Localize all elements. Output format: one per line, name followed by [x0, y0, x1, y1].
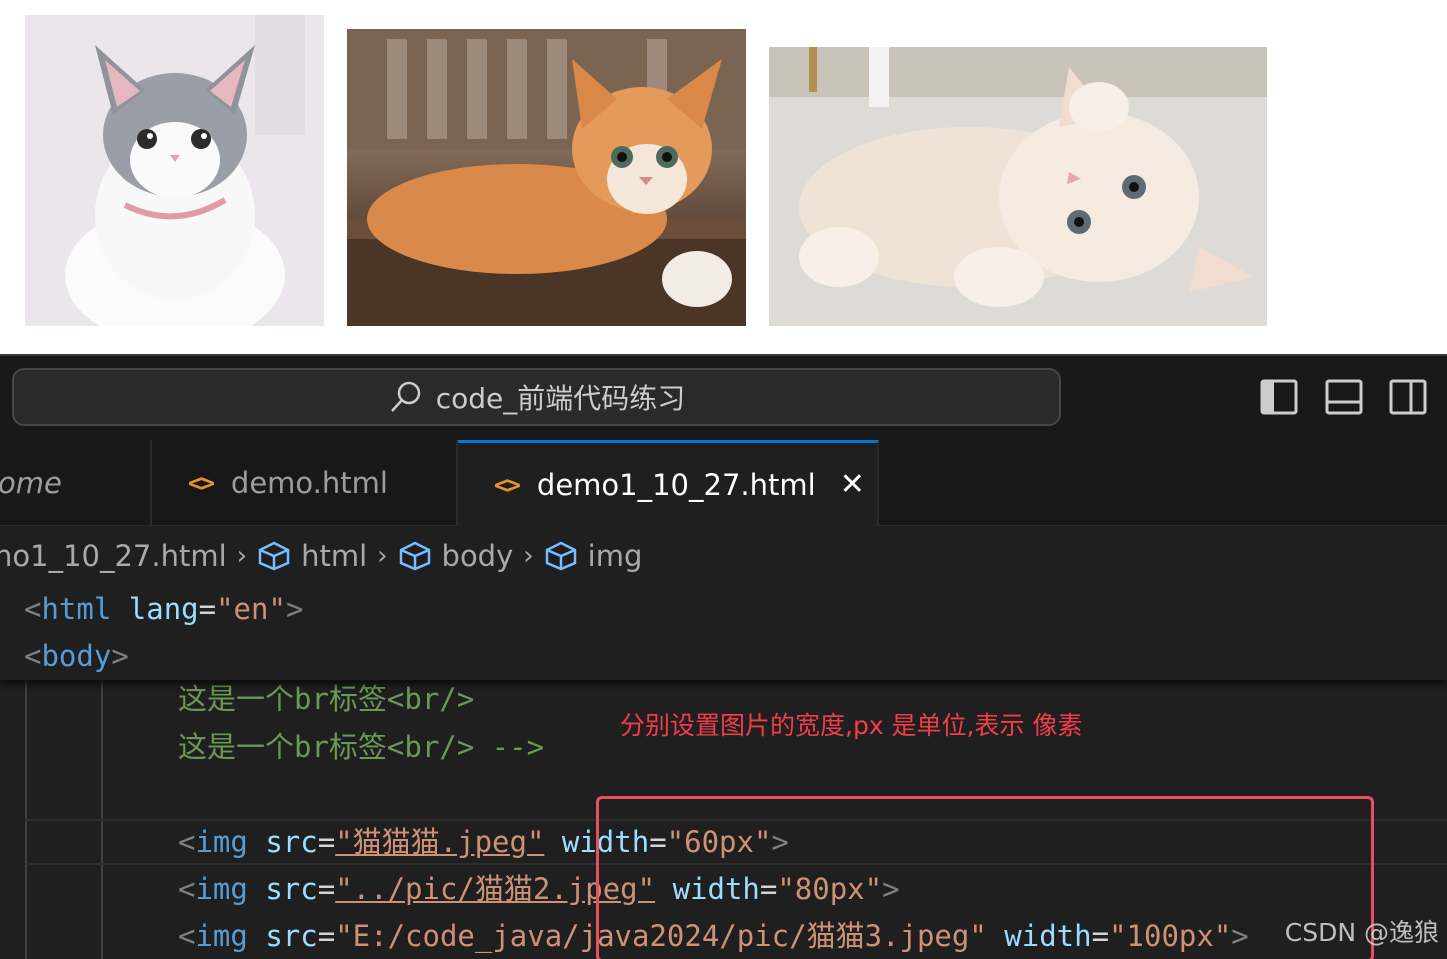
annotation-note: 分别设置图片的宽度,px 是单位,表示 像素 [620, 711, 1083, 740]
sticky-line-html[interactable]: <html lang="en"> [24, 586, 303, 633]
tab-demo1-10-27-html[interactable]: <> demo1_10_27.html ✕ [458, 440, 879, 526]
attr-name: src [265, 919, 318, 953]
symbol-element-icon [258, 541, 290, 571]
symbol-element-icon [545, 541, 576, 571]
kitten-image-3 [769, 47, 1267, 326]
tag-name: img [195, 872, 248, 906]
tab-demo-html[interactable]: <> demo.html [152, 440, 458, 526]
html-file-icon: <> [188, 469, 215, 497]
toggle-primary-sidebar-icon[interactable] [1260, 378, 1298, 416]
code-editor-window: code_前端代码练习 ome <> demo.html <> demo1_10… [0, 354, 1447, 959]
tab-label: ome [0, 466, 62, 500]
breadcrumb-file[interactable]: no1_10_27.html [0, 539, 227, 573]
attr-name: src [265, 872, 318, 906]
search-icon [390, 381, 420, 412]
kitten-photo-icon [25, 15, 324, 326]
breadcrumb-file-label: no1_10_27.html [0, 539, 227, 573]
indent-guide [101, 865, 103, 959]
sticky-scroll: <html lang="en"> <body> [0, 586, 1447, 680]
attr-value: "en" [216, 592, 286, 626]
breadcrumb-item-html[interactable]: html [257, 539, 367, 573]
toggle-secondary-sidebar-icon[interactable] [1389, 378, 1427, 416]
editor-tab-bar: ome <> demo.html <> demo1_10_27.html ✕ [0, 440, 1447, 526]
chevron-right-icon: › [377, 541, 388, 571]
tab-label: demo1_10_27.html [536, 467, 816, 502]
breadcrumb-label: img [587, 539, 643, 573]
watermark: CSDN @逸狼 [1284, 918, 1439, 947]
kitten-image-1 [25, 15, 324, 326]
sticky-line-body[interactable]: <body> [24, 633, 129, 680]
kitten-photo-icon [769, 47, 1267, 326]
chevron-right-icon: › [523, 541, 534, 571]
breadcrumb-item-body[interactable]: body [398, 539, 514, 573]
tab-label: demo.html [230, 466, 388, 500]
html-file-icon: <> [494, 470, 521, 499]
tag-name: html [41, 592, 112, 626]
tab-welcome[interactable]: ome [0, 440, 152, 526]
tag-name: img [195, 919, 248, 953]
close-icon[interactable]: ✕ [840, 467, 865, 502]
attr-name: src [265, 825, 318, 859]
title-bar: code_前端代码练习 [0, 354, 1447, 440]
breadcrumb-label: html [301, 539, 368, 573]
attr-name: lang [128, 592, 199, 626]
kitten-photo-icon [347, 29, 746, 326]
workspace-name: code_前端代码练习 [435, 382, 686, 415]
breadcrumb-label: body [441, 539, 514, 573]
tag-name: img [195, 825, 248, 859]
kitten-image-2 [347, 29, 746, 326]
code-line-comment-2[interactable]: 这是一个br标签<br/> --> [178, 724, 544, 771]
chevron-right-icon: › [236, 541, 248, 571]
symbol-element-icon [399, 541, 430, 571]
attr-value[interactable]: "猫猫猫.jpeg" [335, 825, 544, 859]
annotation-highlight-box [596, 796, 1374, 959]
tag-name: body [41, 639, 112, 673]
code-line-comment-1[interactable]: 这是一个br标签<br/> [178, 676, 474, 723]
breadcrumb: no1_10_27.html › html › body › img [0, 526, 1447, 586]
breadcrumb-item-img[interactable]: img [544, 539, 643, 573]
toggle-panel-icon[interactable] [1325, 378, 1363, 416]
browser-preview [0, 0, 1447, 354]
command-center-search[interactable]: code_前端代码练习 [12, 368, 1061, 426]
